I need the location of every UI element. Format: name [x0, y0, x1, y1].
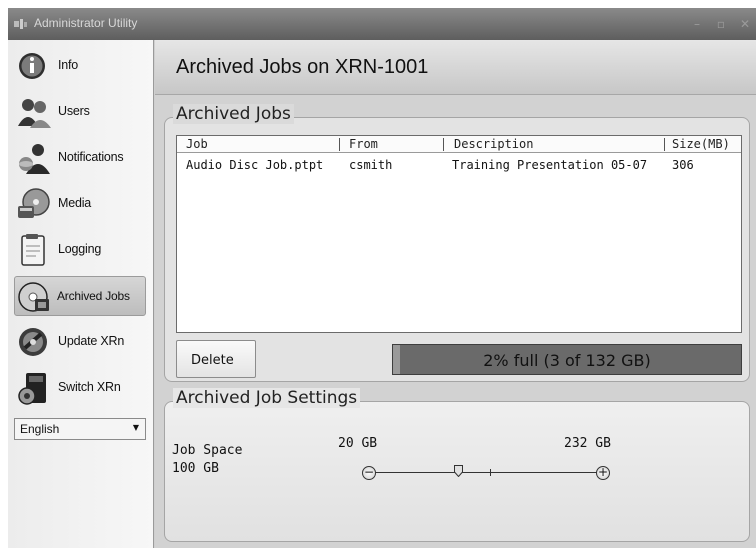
language-select[interactable]: English ▼ [14, 418, 146, 440]
page-header: Archived Jobs on XRN-1001 [155, 40, 756, 95]
main-panel: Archived Jobs on XRN-1001 Archived Jobs … [155, 40, 756, 548]
column-header-from[interactable]: From [349, 137, 378, 151]
storage-usage-text: 2% full (3 of 132 GB) [483, 351, 651, 370]
sidebar-item-label: Archived Jobs [57, 289, 130, 303]
slider-thumb[interactable] [454, 465, 463, 477]
column-divider[interactable] [339, 138, 340, 151]
app-window: Administrator Utility – ▫ ✕ Info Users N… [8, 8, 756, 548]
column-header-size[interactable]: Size(MB) [672, 137, 730, 151]
minimize-button[interactable]: – [690, 17, 704, 31]
app-icon [14, 19, 27, 29]
window-title: Administrator Utility [34, 16, 138, 30]
sidebar-item-label: Logging [58, 242, 102, 256]
sidebar-item-label: Notifications [58, 150, 124, 164]
group-title: Archived Jobs [173, 104, 294, 124]
archived-jobs-group: Archived Jobs Job From Description Size(… [164, 104, 750, 382]
sidebar-item-label: Switch XRn [58, 380, 121, 394]
close-button[interactable]: ✕ [738, 17, 752, 31]
notifications-icon [19, 144, 50, 174]
job-space-value: 100 GB [172, 461, 219, 476]
delete-button-label: Delete [191, 353, 234, 368]
cell-job: Audio Disc Job.ptpt [186, 158, 324, 172]
slider-tick [490, 469, 491, 476]
delete-button[interactable]: Delete [176, 340, 256, 378]
job-space-title: Job Space [172, 443, 243, 458]
info-icon [19, 53, 45, 79]
jobs-table[interactable]: Job From Description Size(MB) Audio Disc… [176, 135, 742, 333]
sidebar-item-logging[interactable]: Logging [14, 230, 146, 270]
media-icon [18, 188, 50, 218]
increase-button[interactable]: + [596, 466, 610, 480]
cell-description: Training Presentation 05-07 [452, 158, 648, 172]
table-row[interactable]: Audio Disc Job.ptpt csmith Training Pres… [177, 158, 741, 176]
sidebar: Info Users Notifications Media Logging A… [8, 40, 154, 548]
users-icon [18, 99, 51, 128]
decrease-button[interactable]: − [362, 466, 376, 480]
logging-icon [21, 234, 45, 266]
column-divider[interactable] [664, 138, 665, 151]
job-space-slider[interactable]: − + [360, 464, 610, 482]
storage-usage-bar: 2% full (3 of 132 GB) [392, 344, 742, 375]
column-header-job[interactable]: Job [186, 137, 208, 151]
slider-min-label: 20 GB [338, 436, 378, 451]
sidebar-item-label: Users [58, 104, 90, 118]
sidebar-item-switch-xrn[interactable]: Switch XRn [14, 368, 146, 408]
cell-from: csmith [349, 158, 393, 172]
archived-jobs-icon [18, 282, 49, 312]
update-icon [19, 328, 47, 356]
sidebar-item-notifications[interactable]: Notifications [14, 138, 146, 178]
slider-max-label: 232 GB [564, 436, 611, 451]
sidebar-item-archived-jobs[interactable]: Archived Jobs [14, 276, 146, 316]
slider-track[interactable] [375, 472, 601, 473]
sidebar-item-info[interactable]: Info [14, 46, 146, 86]
sidebar-item-label: Update XRn [58, 334, 125, 348]
archived-job-settings-group: Archived Job Settings Job Space 100 GB 2… [164, 388, 750, 542]
title-bar: Administrator Utility – ▫ ✕ [8, 8, 756, 40]
sidebar-item-update-xrn[interactable]: Update XRn [14, 322, 146, 362]
job-space-label: Job Space 100 GB [172, 442, 242, 478]
table-header: Job From Description Size(MB) [177, 136, 741, 153]
switch-icon [18, 373, 46, 405]
maximize-button[interactable]: ▫ [714, 17, 728, 31]
column-divider[interactable] [443, 138, 444, 151]
chevron-down-icon: ▼ [132, 423, 139, 432]
language-select-value: English [20, 422, 60, 436]
page-title: Archived Jobs on XRN-1001 [176, 56, 429, 78]
sidebar-item-label: Info [58, 58, 79, 72]
sidebar-item-label: Media [58, 196, 92, 210]
column-header-description[interactable]: Description [454, 137, 533, 151]
cell-size: 306 [672, 158, 694, 172]
sidebar-item-users[interactable]: Users [14, 92, 146, 132]
sidebar-item-media[interactable]: Media [14, 184, 146, 224]
group-title: Archived Job Settings [173, 388, 361, 408]
